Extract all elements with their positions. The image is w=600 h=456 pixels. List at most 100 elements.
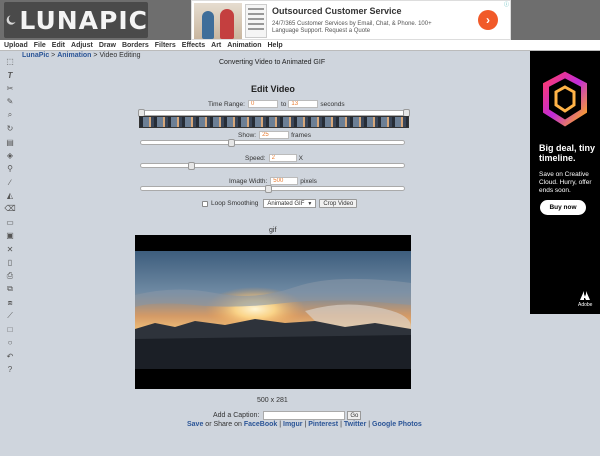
menu-help[interactable]: Help bbox=[268, 42, 283, 49]
google-photos-link[interactable]: Google Photos bbox=[372, 421, 422, 428]
menu-effects[interactable]: Effects bbox=[182, 42, 205, 49]
menu-borders[interactable]: Borders bbox=[122, 42, 149, 49]
breadcrumb-animation[interactable]: Animation bbox=[57, 52, 91, 59]
frames-slider-handle[interactable] bbox=[227, 139, 235, 147]
preview-label: gif bbox=[269, 227, 277, 234]
share-text: or Share on bbox=[203, 421, 244, 428]
creative-cloud-logo-icon bbox=[543, 71, 587, 127]
facebook-link[interactable]: FaceBook bbox=[244, 421, 277, 428]
save-link[interactable]: Save bbox=[187, 421, 203, 428]
show-row: Show: frames bbox=[238, 131, 311, 139]
menu-bar: Upload File Edit Adjust Draw Borders Fil… bbox=[0, 40, 600, 51]
width-input[interactable] bbox=[270, 177, 299, 185]
menu-animation[interactable]: Animation bbox=[227, 42, 261, 49]
caption-input[interactable] bbox=[263, 411, 346, 420]
speed-slider[interactable] bbox=[140, 162, 405, 170]
adobe-mark-icon bbox=[580, 291, 590, 300]
moon-logo-icon bbox=[6, 14, 17, 25]
bucket-icon[interactable]: ◭ bbox=[4, 189, 16, 202]
ad-thumbnail bbox=[245, 4, 267, 38]
twitter-link[interactable]: Twitter bbox=[344, 421, 366, 428]
ad-info-icon[interactable]: ⓘ bbox=[504, 1, 509, 8]
menu-file[interactable]: File bbox=[34, 42, 46, 49]
frames-slider[interactable] bbox=[140, 139, 405, 147]
width-label: Image Width: bbox=[229, 177, 268, 185]
page-subtitle: Converting Video to Animated GIF bbox=[219, 59, 326, 66]
imgur-link[interactable]: Imgur bbox=[283, 421, 302, 428]
menu-filters[interactable]: Filters bbox=[155, 42, 176, 49]
caption-row: Add a Caption: Go bbox=[213, 411, 362, 420]
save-icon[interactable]: ▣ bbox=[4, 229, 16, 242]
pinterest-link[interactable]: Pinterest bbox=[308, 421, 338, 428]
rectangle-icon[interactable]: □ bbox=[4, 323, 16, 336]
print-icon[interactable]: ⎙ bbox=[4, 269, 16, 282]
loop-smoothing-checkbox[interactable] bbox=[202, 200, 208, 207]
time-to-input[interactable] bbox=[288, 100, 319, 108]
side-advertisement[interactable]: Big deal, tiny timeline. Save on Creativ… bbox=[530, 51, 600, 314]
layers-icon[interactable]: ▤ bbox=[4, 135, 16, 148]
select-icon[interactable]: ⬚ bbox=[4, 55, 16, 68]
time-range-label: Time Range: bbox=[208, 100, 245, 108]
tool-sidebar: ⬚ T ✂ ✎ ⌕ ↻ ▤ ◈ ⚲ ∕ ◭ ⌫ ▭ ▣ ✕ ▯ ⎙ ⧉ ⧈ ⟋ … bbox=[4, 55, 16, 376]
menu-art[interactable]: Art bbox=[211, 42, 221, 49]
width-row: Image Width: pixels bbox=[229, 177, 317, 185]
copy-icon[interactable]: ⧉ bbox=[4, 283, 16, 296]
width-slider[interactable] bbox=[140, 185, 405, 193]
paste-icon[interactable]: ⧈ bbox=[4, 296, 16, 309]
text-icon[interactable]: T bbox=[4, 68, 16, 81]
ad-people-image bbox=[194, 3, 242, 39]
crop-video-button[interactable]: Crop Video bbox=[319, 199, 358, 208]
chevron-down-icon: ▼ bbox=[307, 200, 313, 207]
menu-edit[interactable]: Edit bbox=[52, 42, 65, 49]
format-select-value: Animated GIF bbox=[267, 200, 305, 207]
eyedropper-icon[interactable]: ⚲ bbox=[4, 162, 16, 175]
breadcrumb: LunaPic > Animation > Video Editing bbox=[22, 52, 141, 59]
show-label: Show: bbox=[238, 131, 257, 139]
time-to-label: to bbox=[280, 100, 287, 108]
zoom-icon[interactable]: ⌕ bbox=[4, 109, 16, 122]
time-from-input[interactable] bbox=[247, 100, 278, 108]
eraser-icon[interactable]: ⌫ bbox=[4, 202, 16, 215]
ad-subtitle: 24/7/365 Customer Services by Email, Cha… bbox=[272, 21, 432, 34]
menu-upload[interactable]: Upload bbox=[4, 42, 28, 49]
breadcrumb-current: Video Editing bbox=[99, 52, 141, 59]
format-select[interactable]: Animated GIF ▼ bbox=[263, 199, 317, 208]
speed-slider-handle[interactable] bbox=[188, 162, 196, 170]
lunapic-logo[interactable]: LUNAPIC bbox=[4, 2, 148, 38]
speed-input[interactable] bbox=[268, 154, 297, 162]
speed-label: Speed: bbox=[245, 154, 266, 162]
pencil-icon[interactable]: ✎ bbox=[4, 95, 16, 108]
undo-icon[interactable]: ↶ bbox=[4, 350, 16, 363]
help-icon[interactable]: ? bbox=[4, 363, 16, 376]
width-unit-label: pixels bbox=[300, 177, 317, 185]
adobe-logo-icon: Adobe bbox=[578, 291, 592, 308]
show-frames-input[interactable] bbox=[259, 131, 290, 139]
image-dimensions: 500 x 281 bbox=[257, 397, 288, 404]
menu-adjust[interactable]: Adjust bbox=[71, 42, 93, 49]
top-advertisement[interactable]: Outsourced Customer Service 24/7/365 Cus… bbox=[191, 0, 511, 40]
caption-label: Add a Caption: bbox=[213, 412, 260, 419]
caption-go-button[interactable]: Go bbox=[347, 411, 362, 420]
line-icon[interactable]: ⟋ bbox=[4, 309, 16, 322]
ad-title[interactable]: Outsourced Customer Service bbox=[272, 6, 402, 16]
ad-body: Save on Creative Cloud. Hurry, offer end… bbox=[539, 171, 592, 194]
scissors-icon[interactable]: ✂ bbox=[4, 82, 16, 95]
loop-smoothing-label: Loop Smoothing bbox=[211, 200, 259, 207]
show-unit-label: frames bbox=[291, 131, 311, 139]
buy-now-button[interactable]: Buy now bbox=[540, 200, 586, 215]
new-icon[interactable]: ▯ bbox=[4, 256, 16, 269]
open-icon[interactable]: ▭ bbox=[4, 216, 16, 229]
breadcrumb-home[interactable]: LunaPic bbox=[22, 52, 49, 59]
rotate-icon[interactable]: ↻ bbox=[4, 122, 16, 135]
menu-draw[interactable]: Draw bbox=[99, 42, 116, 49]
close-icon[interactable]: ✕ bbox=[4, 242, 16, 255]
header: LUNAPIC Outsourced Customer Service 24/7… bbox=[0, 0, 600, 40]
options-row: Loop Smoothing Animated GIF ▼ Crop Video bbox=[202, 199, 358, 208]
adobe-brand-text: Adobe bbox=[578, 302, 593, 308]
fill-icon[interactable]: ◈ bbox=[4, 149, 16, 162]
width-slider-handle[interactable] bbox=[264, 185, 272, 193]
ad-arrow-button[interactable]: › bbox=[478, 10, 498, 30]
brush-icon[interactable]: ∕ bbox=[4, 176, 16, 189]
circle-icon[interactable]: ○ bbox=[4, 336, 16, 349]
share-row: Save or Share on FaceBook | Imgur | Pint… bbox=[187, 421, 422, 428]
